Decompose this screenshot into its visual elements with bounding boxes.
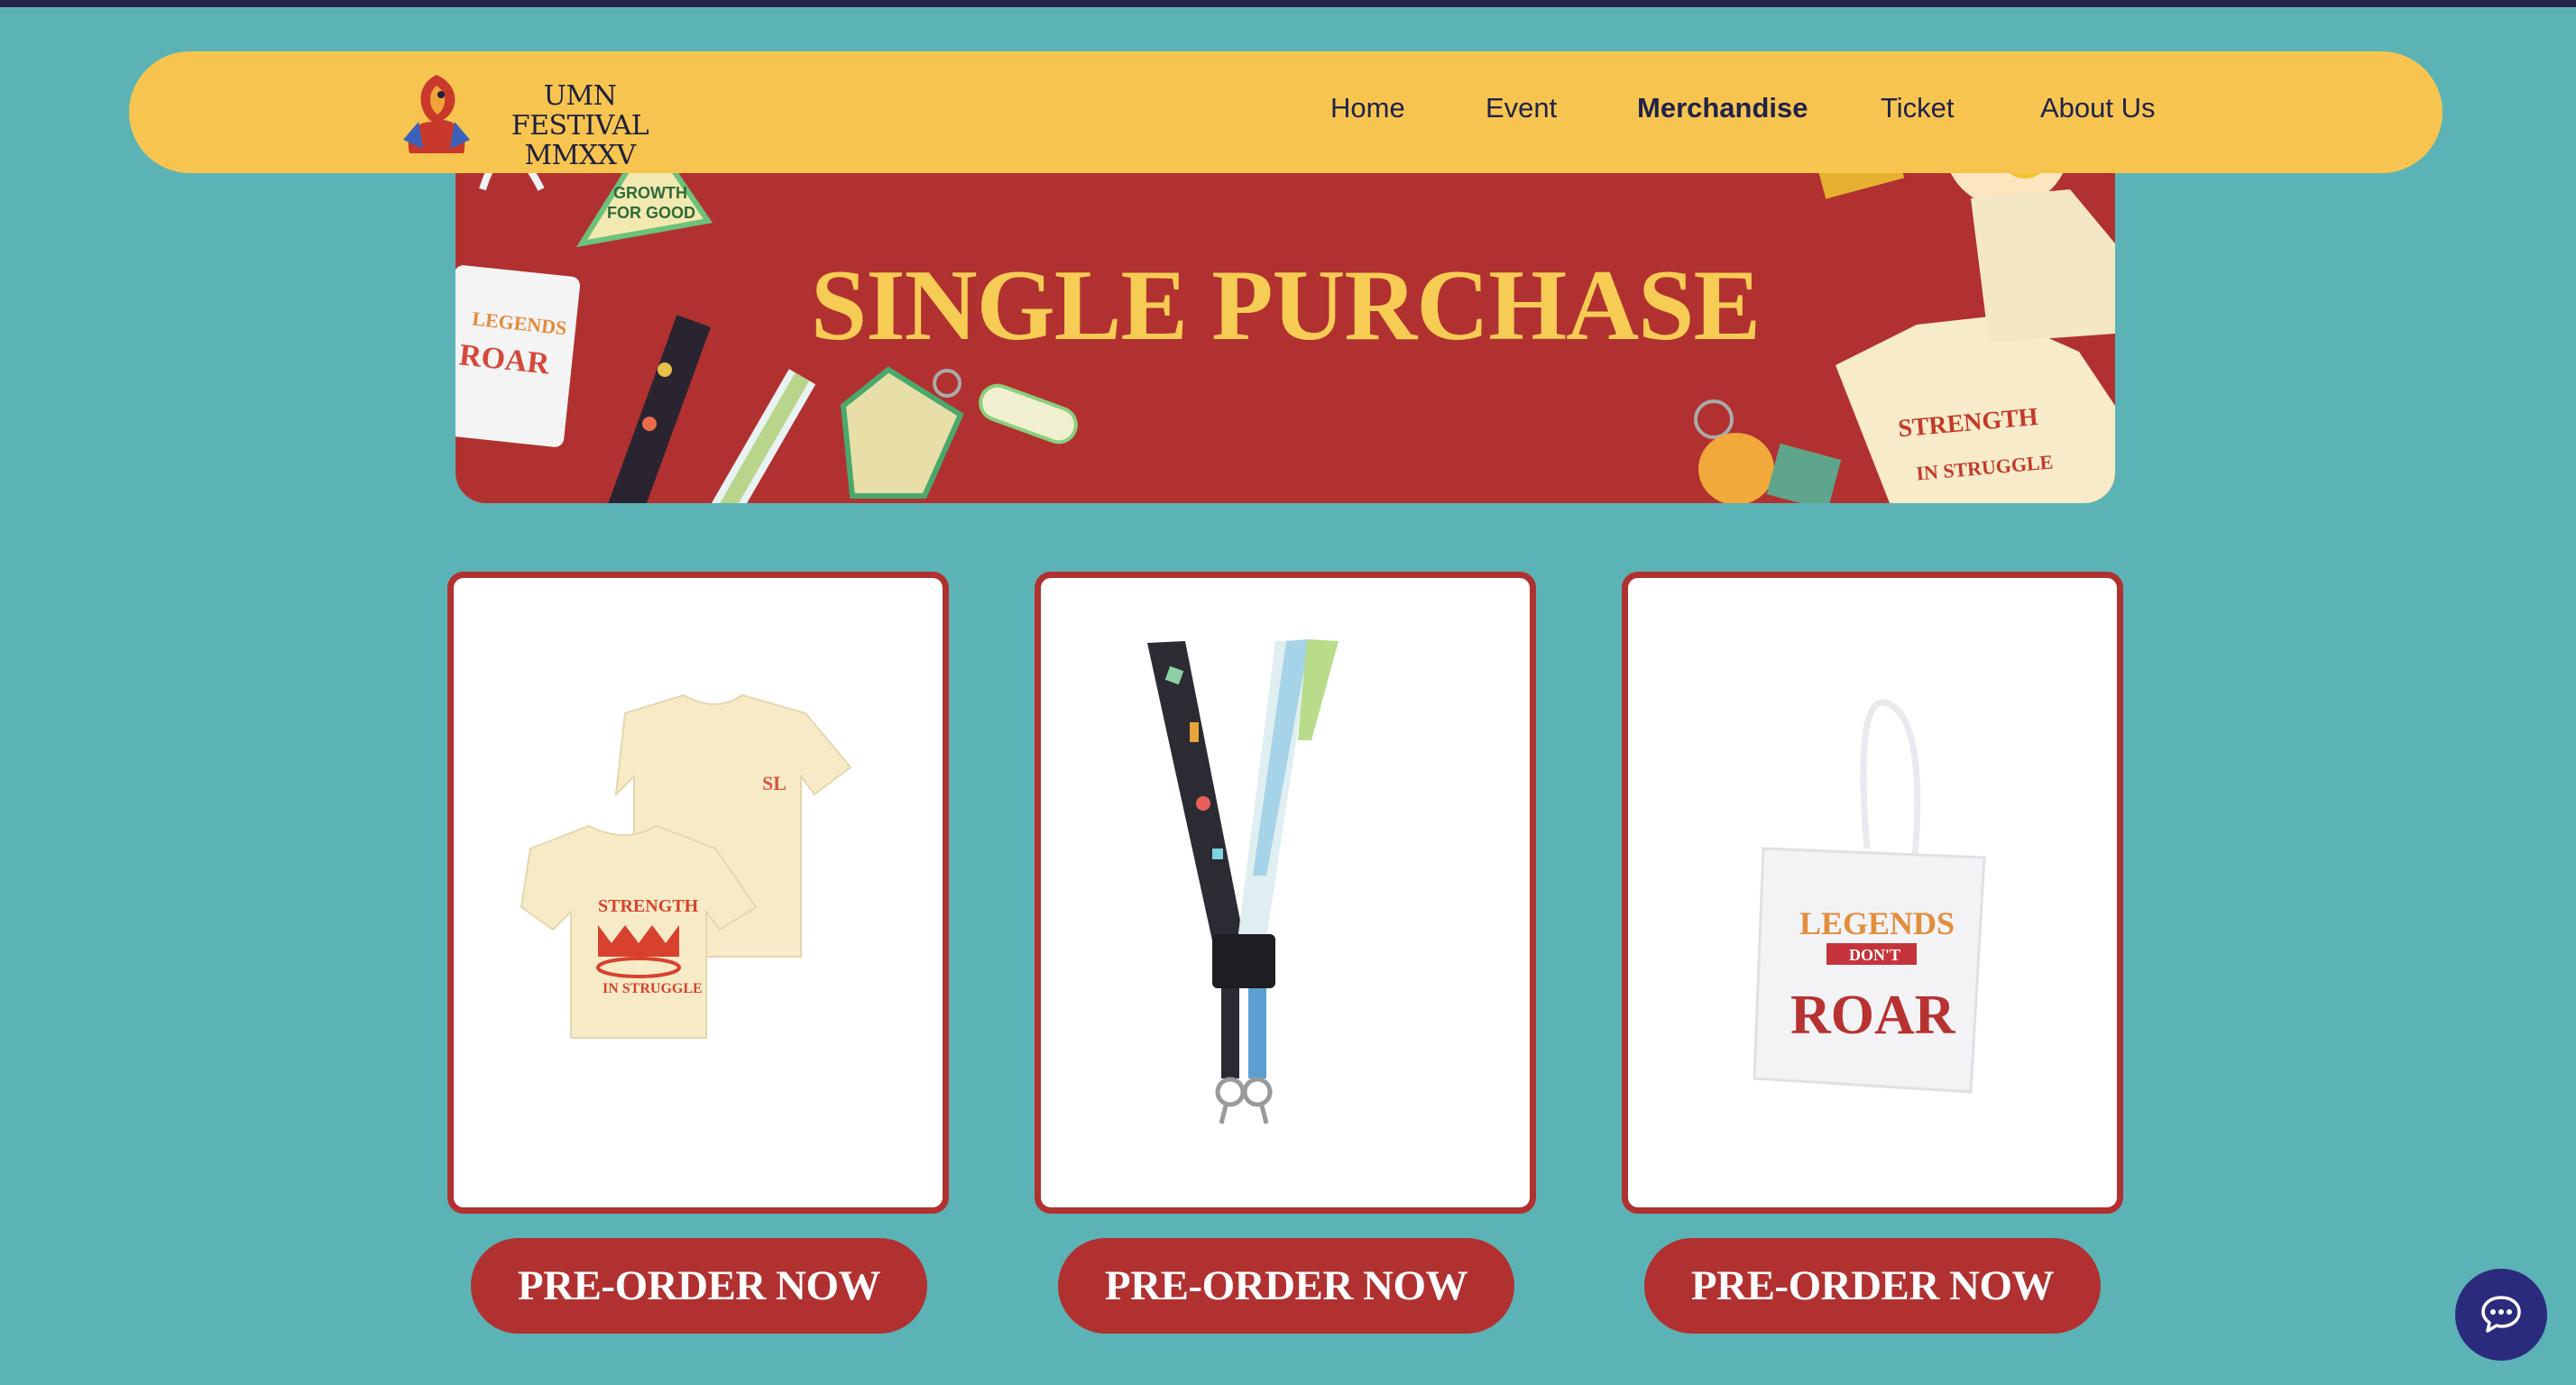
- tshirt-image: SL STRENGTH IN STRUGGLE: [520, 693, 852, 1039]
- svg-text:LEGENDS: LEGENDS: [1799, 905, 1955, 941]
- svg-text:ROAR: ROAR: [1790, 985, 1956, 1046]
- single-purchase-banner: ROAR LEGENDS GROWTH FOR GOOD STRENGTH IN…: [455, 135, 2115, 503]
- pre-order-button-tote-bag[interactable]: PRE-ORDER NOW: [1644, 1238, 2101, 1334]
- nav-about-us[interactable]: About Us: [2040, 92, 2156, 124]
- product-card-tshirt[interactable]: SL STRENGTH IN STRUGGLE: [447, 572, 949, 1214]
- brand-line-1: UMN FESTIVAL: [511, 80, 649, 142]
- brand-line-2: MMXXV: [524, 140, 636, 171]
- product-card-lanyard[interactable]: [1035, 572, 1536, 1214]
- banner-keychain-icon: [840, 366, 1078, 499]
- lanyard-image: [1147, 639, 1339, 1124]
- nav-home[interactable]: Home: [1330, 92, 1405, 124]
- product-card-tote-bag[interactable]: LEGENDS DON'T ROAR: [1622, 572, 2123, 1214]
- chat-bubble-icon: [2481, 1296, 2521, 1333]
- svg-text:IN STRUGGLE: IN STRUGGLE: [603, 981, 703, 996]
- pre-order-button-lanyard[interactable]: PRE-ORDER NOW: [1058, 1238, 1514, 1334]
- dragon-logo-icon[interactable]: [396, 68, 477, 158]
- top-border: [0, 0, 2576, 7]
- site-header: UMN FESTIVAL MMXXV Home Event Merchandis…: [129, 51, 2443, 173]
- svg-text:DON'T: DON'T: [1849, 946, 1900, 964]
- svg-text:STRENGTH: STRENGTH: [598, 896, 699, 916]
- nav-event[interactable]: Event: [1486, 92, 1557, 124]
- brand-name[interactable]: UMN FESTIVAL MMXXV: [490, 81, 670, 170]
- svg-text:FOR GOOD: FOR GOOD: [607, 204, 695, 222]
- nav-merchandise[interactable]: Merchandise: [1637, 92, 1808, 124]
- svg-text:SL: SL: [762, 772, 787, 794]
- nav-ticket[interactable]: Ticket: [1881, 92, 1955, 124]
- tote-bag-image: LEGENDS DON'T ROAR: [1753, 699, 1986, 1094]
- pre-order-button-tshirt[interactable]: PRE-ORDER NOW: [471, 1238, 927, 1334]
- chat-button[interactable]: [2455, 1269, 2547, 1361]
- banner-title: SINGLE PURCHASE: [810, 250, 1761, 362]
- svg-text:GROWTH: GROWTH: [613, 184, 687, 202]
